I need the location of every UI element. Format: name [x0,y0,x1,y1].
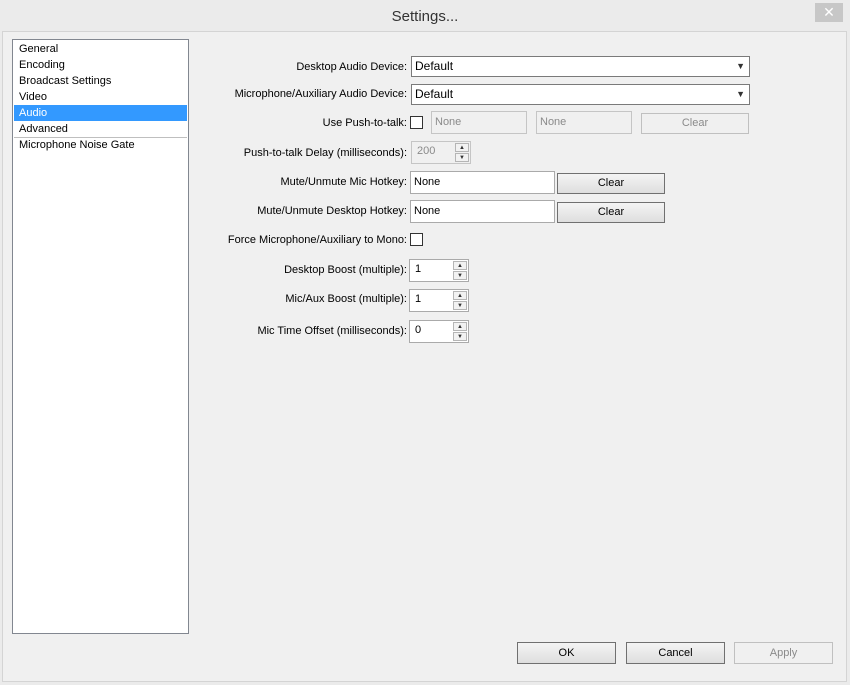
push-to-talk-clear-button[interactable]: Clear [641,113,749,134]
mic-time-offset-label: Mic Time Offset (milliseconds): [257,325,407,337]
force-mono-checkbox[interactable] [410,233,423,246]
arrow-down-icon[interactable]: ▼ [453,271,467,280]
arrow-up-icon[interactable]: ▲ [455,143,469,152]
mute-desktop-clear-button[interactable]: Clear [557,202,665,223]
chevron-down-icon: ▼ [736,89,745,99]
arrow-up-icon[interactable]: ▲ [453,322,467,331]
mute-desktop-hotkey-input[interactable]: None [410,200,555,223]
desktop-boost-spinner[interactable]: 1 ▲ ▼ [409,259,469,282]
ptt-delay-label: Push-to-talk Delay (milliseconds): [243,147,407,159]
push-to-talk-label: Use Push-to-talk: [322,117,407,129]
close-icon: ✕ [823,4,835,20]
desktop-audio-device-value: Default [415,59,454,73]
arrow-up-icon[interactable]: ▲ [453,261,467,270]
mute-mic-hotkey-input[interactable]: None [410,171,555,194]
desktop-audio-device-select[interactable]: Default ▼ [411,56,750,77]
window-title: Settings... [391,8,459,25]
close-button[interactable]: ✕ [815,3,843,22]
arrow-up-icon[interactable]: ▲ [453,291,467,300]
arrow-down-icon[interactable]: ▼ [455,153,469,162]
mic-boost-value: 1 [415,293,422,305]
chevron-down-icon: ▼ [736,61,745,71]
mute-desktop-hotkey-label: Mute/Unmute Desktop Hotkey: [257,205,407,217]
arrow-down-icon[interactable]: ▼ [453,301,467,310]
push-to-talk-checkbox[interactable] [410,116,423,129]
ok-button[interactable]: OK [517,642,616,664]
mute-mic-hotkey-label: Mute/Unmute Mic Hotkey: [280,176,407,188]
ptt-delay-spinner[interactable]: 200 ▲ ▼ [411,141,471,164]
cancel-button[interactable]: Cancel [626,642,725,664]
mic-audio-device-value: Default [415,87,454,101]
desktop-audio-device-label: Desktop Audio Device: [296,61,407,73]
desktop-boost-value: 1 [415,263,422,275]
mic-boost-spinner[interactable]: 1 ▲ ▼ [409,289,469,312]
force-mono-label: Force Microphone/Auxiliary to Mono: [227,234,407,246]
mic-time-offset-spinner[interactable]: 0 ▲ ▼ [409,320,469,343]
desktop-boost-label: Desktop Boost (multiple): [284,264,407,276]
mute-mic-clear-button[interactable]: Clear [557,173,665,194]
nav-item-general[interactable]: General [14,41,187,57]
push-to-talk-hotkey-2[interactable]: None [536,111,632,134]
mic-audio-device-select[interactable]: Default ▼ [411,84,750,105]
push-to-talk-hotkey-1[interactable]: None [431,111,527,134]
mic-audio-device-label: Microphone/Auxiliary Audio Device: [234,88,407,100]
apply-button[interactable]: Apply [734,642,833,664]
mic-time-offset-value: 0 [415,324,422,336]
arrow-down-icon[interactable]: ▼ [453,332,467,341]
mic-boost-label: Mic/Aux Boost (multiple): [285,293,407,305]
ptt-delay-value: 200 [417,145,436,157]
